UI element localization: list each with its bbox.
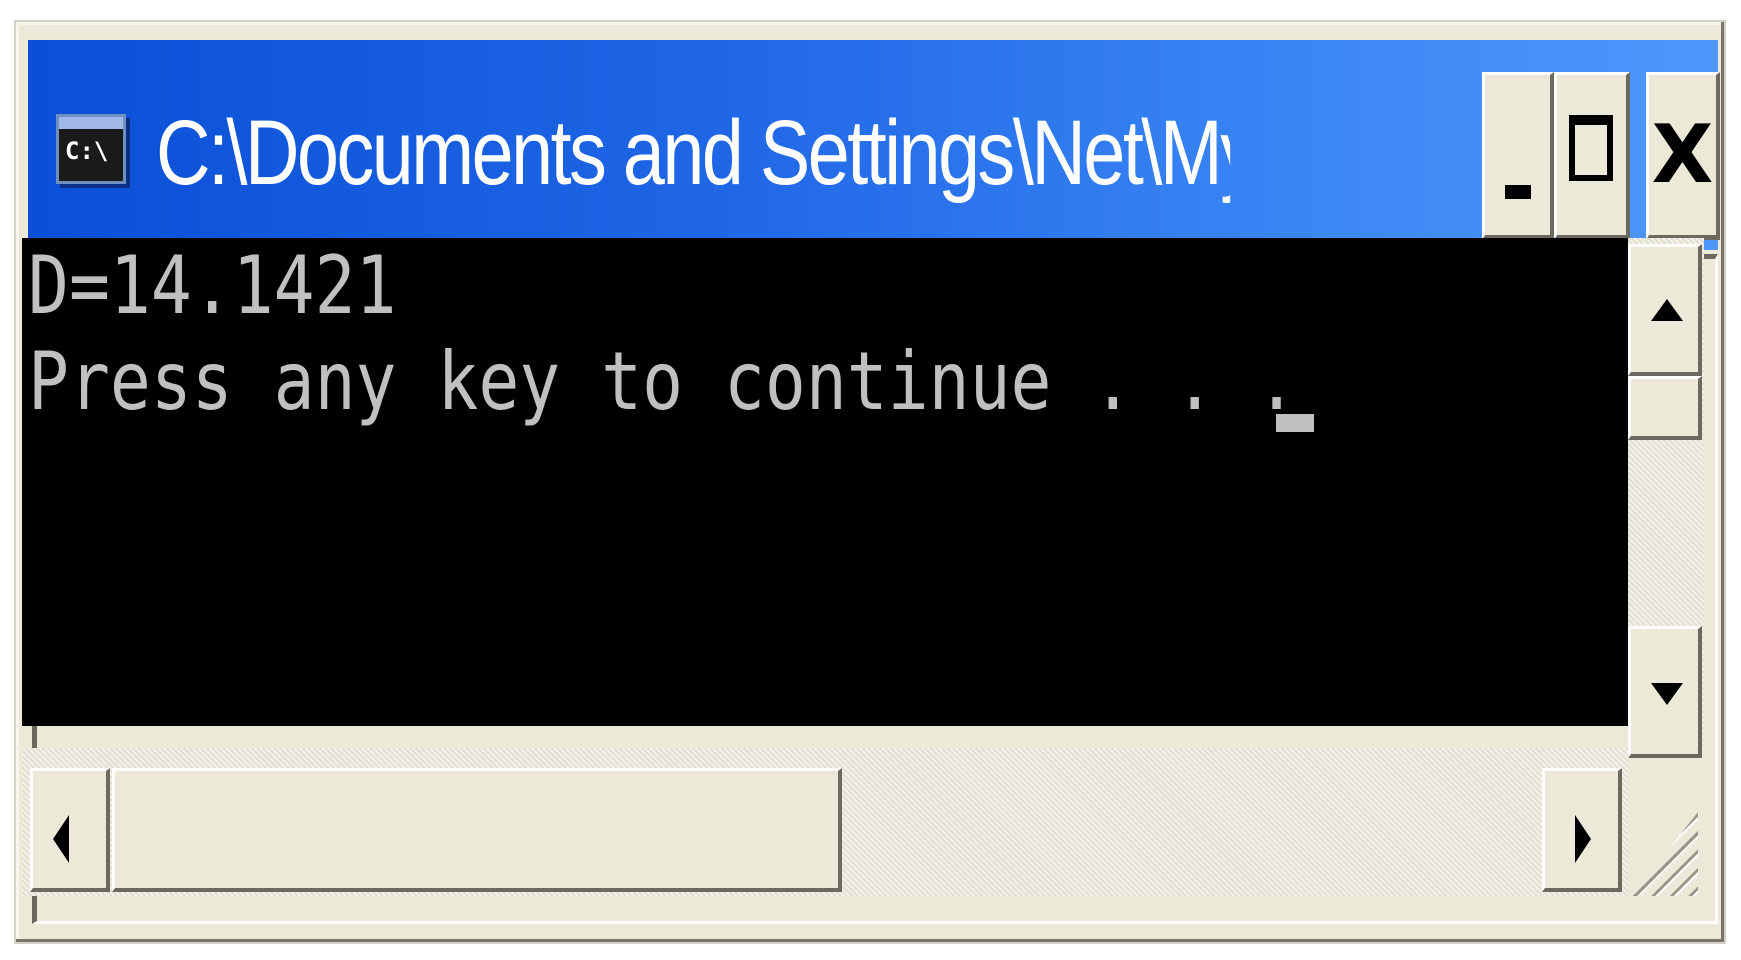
console-icon-label: C:\	[65, 137, 109, 165]
scroll-right-button[interactable]	[1542, 768, 1622, 892]
vertical-scrollbar[interactable]	[1628, 238, 1704, 758]
maximize-button[interactable]	[1554, 72, 1630, 240]
scroll-left-button[interactable]	[30, 768, 110, 892]
close-button[interactable]: X	[1646, 72, 1720, 240]
arrow-down-icon	[1651, 683, 1683, 705]
console-line: D=14.1421	[28, 239, 397, 332]
horizontal-scrollbar[interactable]	[22, 748, 1628, 896]
console-output[interactable]: D=14.1421 Press any key to continue . . …	[22, 238, 1628, 726]
console-icon[interactable]: C:\	[56, 114, 126, 184]
vertical-scroll-thumb[interactable]	[1628, 376, 1702, 440]
scroll-up-button[interactable]	[1628, 244, 1702, 376]
horizontal-scroll-thumb[interactable]	[112, 768, 842, 892]
console-line: Press any key to continue . . .	[28, 335, 1298, 428]
maximize-icon	[1569, 115, 1613, 181]
arrow-up-icon	[1651, 299, 1683, 321]
scroll-down-button[interactable]	[1628, 626, 1702, 758]
window-title: C:\Documents and Settings\Net\My Docu...	[156, 102, 1231, 204]
arrow-left-icon	[53, 815, 69, 863]
text-cursor	[1276, 414, 1314, 432]
minimize-icon	[1505, 185, 1531, 199]
title-bar[interactable]: C:\ C:\Documents and Settings\Net\My Doc…	[28, 40, 1720, 250]
close-icon: X	[1651, 108, 1714, 201]
minimize-button[interactable]	[1482, 72, 1554, 240]
arrow-right-icon	[1575, 815, 1591, 863]
